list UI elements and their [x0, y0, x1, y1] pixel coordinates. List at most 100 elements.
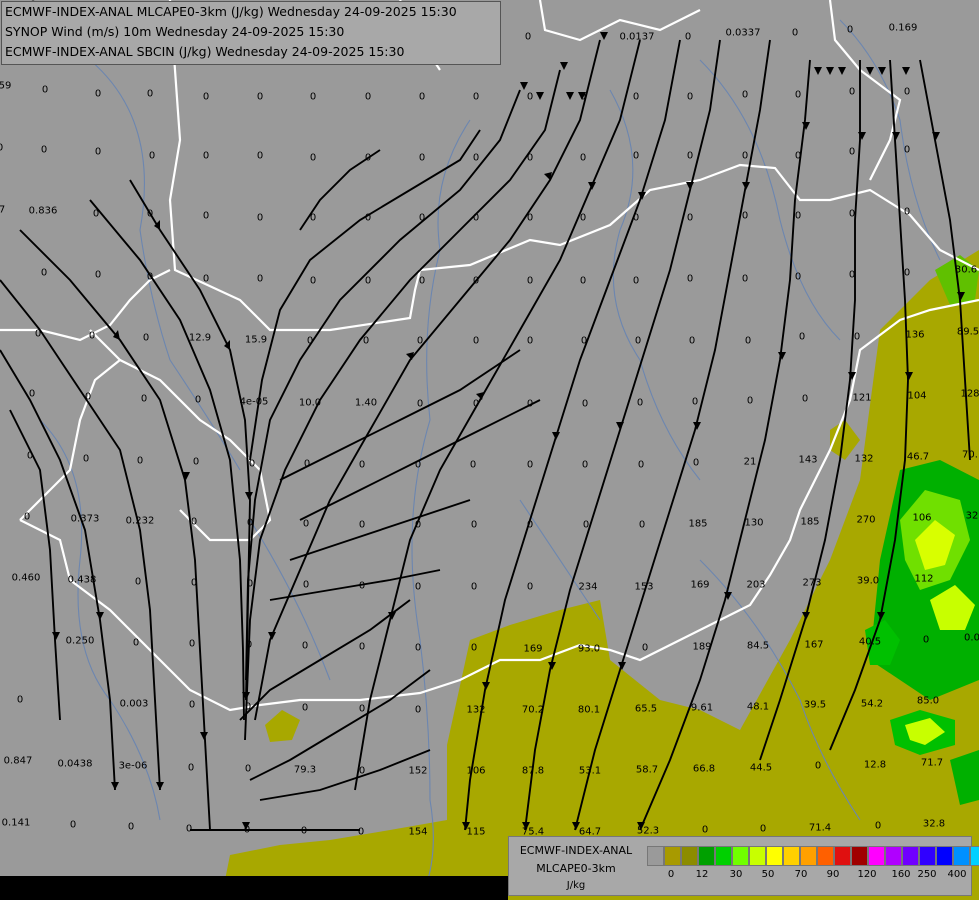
sbcin-value: 270	[856, 514, 876, 526]
sbcin-value: 0	[472, 152, 480, 164]
sbcin-value: 0	[244, 763, 252, 775]
header-line-cin: ECMWF-INDEX-ANAL SBCIN (J/kg) Wednesday …	[5, 44, 405, 59]
sbcin-value: 0	[243, 824, 251, 836]
legend-tick-label: 70	[794, 869, 808, 880]
legend-swatch	[936, 846, 953, 866]
sbcin-value: 0	[581, 398, 589, 410]
sbcin-value: 112	[914, 573, 934, 585]
sbcin-value: 0	[140, 393, 148, 405]
sbcin-value: 0	[136, 455, 144, 467]
sbcin-value: 9.61	[690, 702, 714, 714]
sbcin-value: 0.438	[67, 574, 97, 586]
sbcin-value: 0	[472, 335, 480, 347]
sbcin-value: 0	[418, 152, 426, 164]
sbcin-value: 0.460	[11, 572, 41, 584]
sbcin-value: 85.0	[916, 695, 940, 707]
sbcin-value: 0	[134, 576, 142, 588]
sbcin-value: 0	[256, 150, 264, 162]
sbcin-value: 0	[301, 640, 309, 652]
legend-swatch	[868, 846, 885, 866]
sbcin-value: 0	[364, 212, 372, 224]
sbcin-value: 0	[526, 275, 534, 287]
sbcin-value: 0	[187, 762, 195, 774]
sbcin-value: 0	[245, 639, 253, 651]
sbcin-value: 0	[127, 821, 135, 833]
sbcin-value: 104	[907, 390, 927, 402]
legend-swatch	[681, 846, 698, 866]
sbcin-value: 0	[34, 328, 42, 340]
sbcin-value: 0	[194, 394, 202, 406]
sbcin-value: 0	[903, 267, 911, 279]
sbcin-value: 0	[132, 637, 140, 649]
sbcin-value: 0	[922, 634, 930, 646]
sbcin-value: 0	[853, 331, 861, 343]
sbcin-value: 0	[526, 91, 534, 103]
sbcin-value: 0	[746, 395, 754, 407]
sbcin-value: 0	[470, 519, 478, 531]
legend-tick-label: 400	[947, 869, 967, 880]
sbcin-value: 7	[0, 204, 6, 216]
header-line-cape: ECMWF-INDEX-ANAL MLCAPE0-3km (J/kg) Wedn…	[5, 4, 457, 19]
sbcin-value: 153	[634, 581, 654, 593]
sbcin-value: 0	[637, 459, 645, 471]
legend-swatch	[800, 846, 817, 866]
sbcin-value: 136	[905, 329, 925, 341]
sbcin-value: 0	[469, 459, 477, 471]
sbcin-value: 132	[854, 453, 874, 465]
sbcin-value: 0	[69, 819, 77, 831]
sbcin-value: 0	[92, 208, 100, 220]
sbcin-value: 0	[579, 212, 587, 224]
sbcin-value: 130	[744, 517, 764, 529]
sbcin-value: 0	[190, 577, 198, 589]
sbcin-value: 0	[526, 335, 534, 347]
sbcin-value: 0	[634, 335, 642, 347]
sbcin-value: 0	[202, 273, 210, 285]
sbcin-value: 12.8	[863, 759, 887, 771]
sbcin-value: 0	[582, 519, 590, 531]
sbcin-value: 0	[632, 212, 640, 224]
legend-swatch	[698, 846, 715, 866]
sbcin-value: 4e-05	[239, 396, 269, 408]
sbcin-value: 0	[686, 212, 694, 224]
sbcin-value: 106	[912, 512, 932, 524]
sbcin-value: 30.6	[954, 264, 978, 276]
sbcin-value: 0	[414, 581, 422, 593]
legend-swatch	[664, 846, 681, 866]
weather-map: 0 0 0.0137 0 0.0337 0 0 0.169 59 0 0 0 0 0 0 0 0 0 0 0 0 0 0 0 0…	[0, 0, 979, 900]
sbcin-value: 0	[146, 271, 154, 283]
sbcin-value: 0	[638, 519, 646, 531]
sbcin-value: 93.0	[577, 643, 601, 655]
sbcin-value: 0	[414, 519, 422, 531]
sbcin-value: 53.1	[578, 765, 602, 777]
sbcin-value: 0	[40, 267, 48, 279]
sbcin-value: 0	[256, 212, 264, 224]
sbcin-value: 0	[362, 335, 370, 347]
sbcin-value: 0	[526, 519, 534, 531]
sbcin-value: 0	[472, 91, 480, 103]
sbcin-value: 0.836	[28, 205, 58, 217]
sbcin-value: 0	[41, 84, 49, 96]
legend-tick-label: 50	[761, 869, 775, 880]
sbcin-value: 0	[684, 31, 692, 43]
sbcin-value: 48.1	[746, 701, 770, 713]
sbcin-value: 0	[903, 206, 911, 218]
sbcin-value: 0	[692, 457, 700, 469]
sbcin-value: 0.0438	[57, 758, 93, 770]
sbcin-value: 0	[0, 143, 3, 154]
legend-tick-label: 120	[857, 869, 877, 880]
sbcin-value: 128	[960, 388, 979, 400]
legend-swatch	[953, 846, 970, 866]
sbcin-value: 152	[408, 765, 428, 777]
sbcin-value: 15.9	[244, 334, 268, 346]
sbcin-value: 0	[248, 458, 256, 470]
sbcin-value: 0	[801, 393, 809, 405]
sbcin-value: 0	[303, 458, 311, 470]
sbcin-value: 0.169	[888, 22, 918, 34]
sbcin-value: 89.5	[956, 326, 979, 338]
color-legend: ECMWF-INDEX-ANAL MLCAPE0-3km J/kg 0 12 30 5…	[508, 836, 979, 896]
sbcin-value: 169	[690, 579, 710, 591]
sbcin-value: 0	[142, 332, 150, 344]
sbcin-value: 0	[472, 275, 480, 287]
sbcin-value: 0	[94, 146, 102, 158]
sbcin-value: 0	[246, 517, 254, 529]
